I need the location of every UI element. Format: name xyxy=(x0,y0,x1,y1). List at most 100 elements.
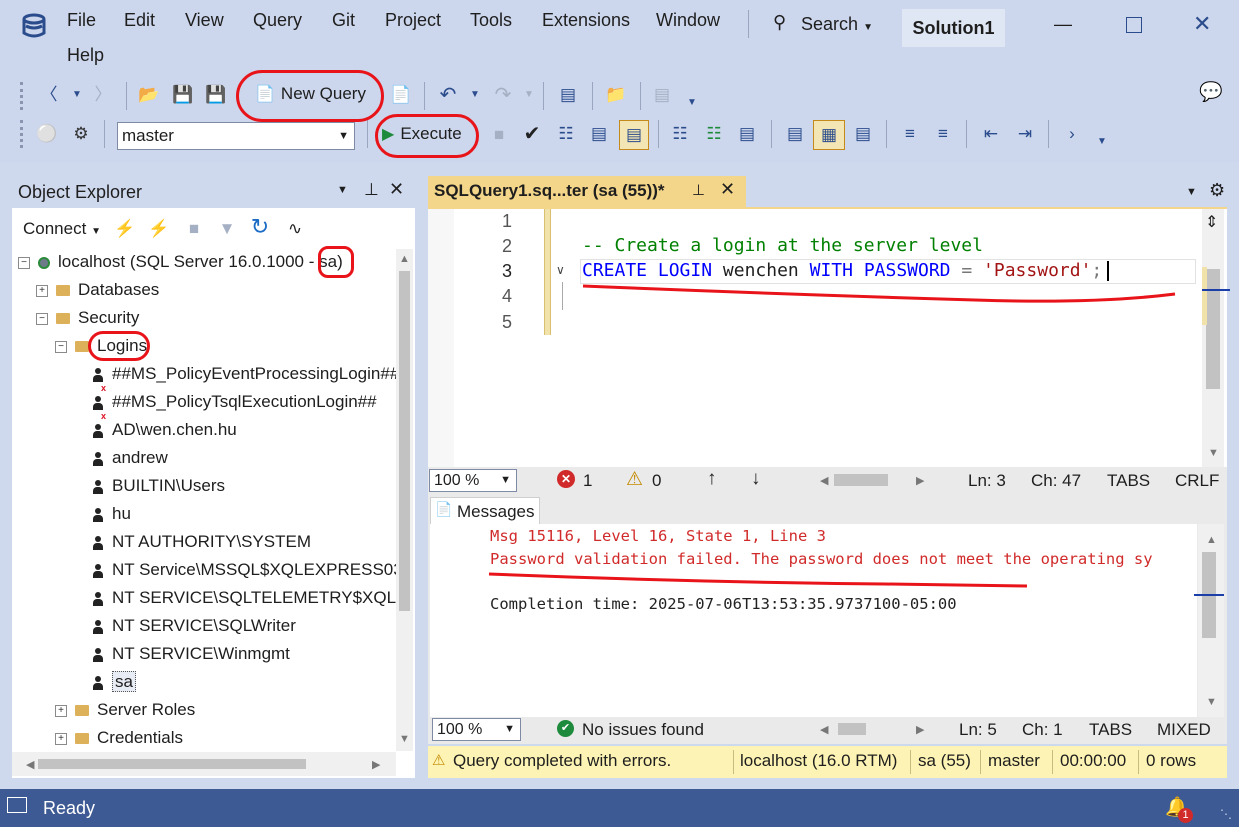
connect-dropdown[interactable]: Connect ▼ xyxy=(23,219,101,239)
collapse-icon[interactable]: − xyxy=(36,312,48,325)
scroll-left-icon[interactable]: ◀ xyxy=(820,723,828,736)
split-icon[interactable]: ⇕ xyxy=(1205,212,1218,232)
expand-icon[interactable]: + xyxy=(36,284,48,297)
login-item[interactable]: NT SERVICE\SQLWriter xyxy=(92,613,296,639)
login-item[interactable]: x ##MS_PolicyEventProcessingLogin## xyxy=(92,361,396,393)
menu-view[interactable]: View xyxy=(185,10,224,31)
menu-window[interactable]: Window xyxy=(656,10,720,31)
comment-lines-icon[interactable]: ≡ xyxy=(899,123,921,145)
login-item[interactable]: BUILTIN\Users xyxy=(92,473,225,499)
login-item[interactable]: NT Service\MSSQL$XQLEXPRESS03 xyxy=(92,557,396,583)
query-options-icon[interactable]: ▤ xyxy=(588,123,610,145)
scroll-right-icon[interactable]: ▶ xyxy=(916,474,924,487)
stop-icon[interactable]: ■ xyxy=(183,218,205,240)
menu-edit[interactable]: Edit xyxy=(124,10,155,31)
scroll-up-icon[interactable]: ▲ xyxy=(399,253,410,265)
scroll-down-icon[interactable]: ▼ xyxy=(399,733,410,745)
undo-icon[interactable]: ↶ xyxy=(437,84,459,106)
editor-tab[interactable]: SQLQuery1.sq...ter (sa (55))* ⊥ ✕ xyxy=(428,176,746,208)
results-hscroll[interactable]: ◀ ▶ xyxy=(812,720,932,738)
menu-git[interactable]: Git xyxy=(332,10,355,31)
warning-icon[interactable]: ⚠ xyxy=(626,468,643,491)
tree-node-databases[interactable]: + Databases xyxy=(36,277,159,303)
resize-grip-icon[interactable]: ⋱ xyxy=(1220,807,1232,821)
menu-query[interactable]: Query xyxy=(253,10,302,31)
maximize-icon[interactable] xyxy=(1126,17,1142,33)
menu-help[interactable]: Help xyxy=(67,45,104,66)
fold-collapse-icon[interactable]: ∨ xyxy=(556,263,565,277)
pin-icon[interactable]: ⊥ xyxy=(364,180,379,200)
scrollbar-thumb[interactable] xyxy=(838,723,866,735)
login-item[interactable]: andrew xyxy=(92,445,168,471)
messages-tab[interactable]: 📄 Messages xyxy=(430,497,540,525)
collapse-icon[interactable]: − xyxy=(18,256,30,269)
login-item[interactable]: NT SERVICE\Winmgmt xyxy=(92,641,290,667)
login-item[interactable]: hu xyxy=(92,501,131,527)
messages-vertical-scrollbar[interactable]: ▲ ▼ xyxy=(1194,524,1224,717)
scroll-right-icon[interactable]: ▶ xyxy=(372,758,380,771)
scrollbar-thumb[interactable] xyxy=(1206,269,1220,389)
tab-list-dropdown-icon[interactable]: ▼ xyxy=(1186,186,1197,198)
results-to-text-icon[interactable]: ▤ xyxy=(784,123,806,145)
dropdown-arrow-icon[interactable]: ▼ xyxy=(66,84,88,106)
uncomment-lines-icon[interactable]: ≡ xyxy=(932,123,954,145)
parse-checkmark-icon[interactable]: ✔ xyxy=(521,123,543,145)
back-icon[interactable]: 〈 xyxy=(38,84,60,106)
login-item[interactable]: AD\wen.chen.hu xyxy=(92,417,237,443)
forward-icon[interactable]: 〉 xyxy=(92,84,114,106)
scroll-down-icon[interactable]: ▼ xyxy=(1208,447,1219,459)
gear-icon[interactable]: ⚙ xyxy=(1209,180,1225,201)
expand-icon[interactable]: + xyxy=(55,704,67,717)
results-to-grid-icon[interactable]: ▦ xyxy=(813,120,845,150)
properties-icon[interactable]: ▤ xyxy=(651,84,673,106)
specify-values-icon[interactable]: › xyxy=(1061,123,1083,145)
panel-menu-icon[interactable]: ▼ xyxy=(337,184,348,196)
close-tab-icon[interactable]: ✕ xyxy=(720,179,735,200)
scrollbar-thumb[interactable] xyxy=(399,271,410,611)
change-connection-icon[interactable]: ⚙ xyxy=(70,123,92,145)
horizontal-scrollbar[interactable]: ◀ ▶ xyxy=(12,752,396,776)
scrollbar-thumb[interactable] xyxy=(834,474,888,486)
redo-dropdown-icon[interactable]: ▼ xyxy=(518,84,540,106)
feedback-icon[interactable]: 💬 xyxy=(1199,82,1223,104)
disconnect-icon[interactable]: ⚡ xyxy=(148,218,170,240)
pin-icon[interactable]: ⊥ xyxy=(692,181,705,199)
login-item[interactable]: x ##MS_PolicyTsqlExecutionLogin## xyxy=(92,389,377,421)
close-icon[interactable]: ✕ xyxy=(1193,11,1211,37)
live-stats-icon[interactable]: ☷ xyxy=(703,123,725,145)
tree-node-credentials[interactable]: + Credentials xyxy=(55,725,183,751)
toolbar-overflow-icon[interactable]: ▼ xyxy=(1091,131,1113,153)
error-icon[interactable]: ✕ xyxy=(557,470,575,488)
undo-dropdown-icon[interactable]: ▼ xyxy=(464,84,486,106)
editor-vertical-scrollbar[interactable]: ⇕ ▼ xyxy=(1202,209,1230,467)
client-stats-icon[interactable]: ▤ xyxy=(736,123,758,145)
scrollbar-thumb[interactable] xyxy=(38,759,306,769)
menu-tools[interactable]: Tools xyxy=(470,10,512,31)
output-status-icon[interactable] xyxy=(7,797,27,813)
menu-project[interactable]: Project xyxy=(385,10,441,31)
close-panel-icon[interactable]: ✕ xyxy=(389,179,404,200)
intellisense-toggle-icon[interactable]: ▤ xyxy=(619,120,649,150)
connect-icon[interactable]: ⚪ xyxy=(36,123,58,145)
find-in-files-icon[interactable]: 📁 xyxy=(605,84,627,106)
toolbar-grip[interactable] xyxy=(20,120,27,148)
next-issue-icon[interactable]: ↓ xyxy=(751,468,761,490)
scroll-right-icon[interactable]: ▶ xyxy=(916,723,924,736)
menu-search[interactable]: Search ▼ xyxy=(801,14,873,35)
tree-node-server[interactable]: − localhost (SQL Server 16.0.1000 - sa) xyxy=(18,249,343,275)
login-item[interactable]: NT AUTHORITY\SYSTEM xyxy=(92,529,311,555)
expand-icon[interactable]: + xyxy=(55,732,67,745)
results-to-file-icon[interactable]: ▤ xyxy=(852,123,874,145)
refresh-icon[interactable]: ↻ xyxy=(249,216,271,238)
redo-icon[interactable]: ↷ xyxy=(492,84,514,106)
vertical-scrollbar[interactable]: ▲ ▼ xyxy=(396,249,413,751)
query-file-icon[interactable]: 📄 xyxy=(390,84,412,106)
increase-indent-icon[interactable]: ⇥ xyxy=(1014,123,1036,145)
login-item[interactable]: NT SERVICE\SQLTELEMETRY$XQLEXPRESS xyxy=(92,585,396,611)
save-all-icon[interactable]: 💾 xyxy=(205,84,227,106)
editor-hscroll[interactable]: ◀ ▶ xyxy=(812,471,932,489)
scroll-down-icon[interactable]: ▼ xyxy=(1206,696,1217,708)
previous-issue-icon[interactable]: ↑ xyxy=(707,468,717,490)
database-selector[interactable]: master ▼ xyxy=(117,122,355,150)
activity-monitor-icon[interactable]: ▤ xyxy=(557,84,579,106)
